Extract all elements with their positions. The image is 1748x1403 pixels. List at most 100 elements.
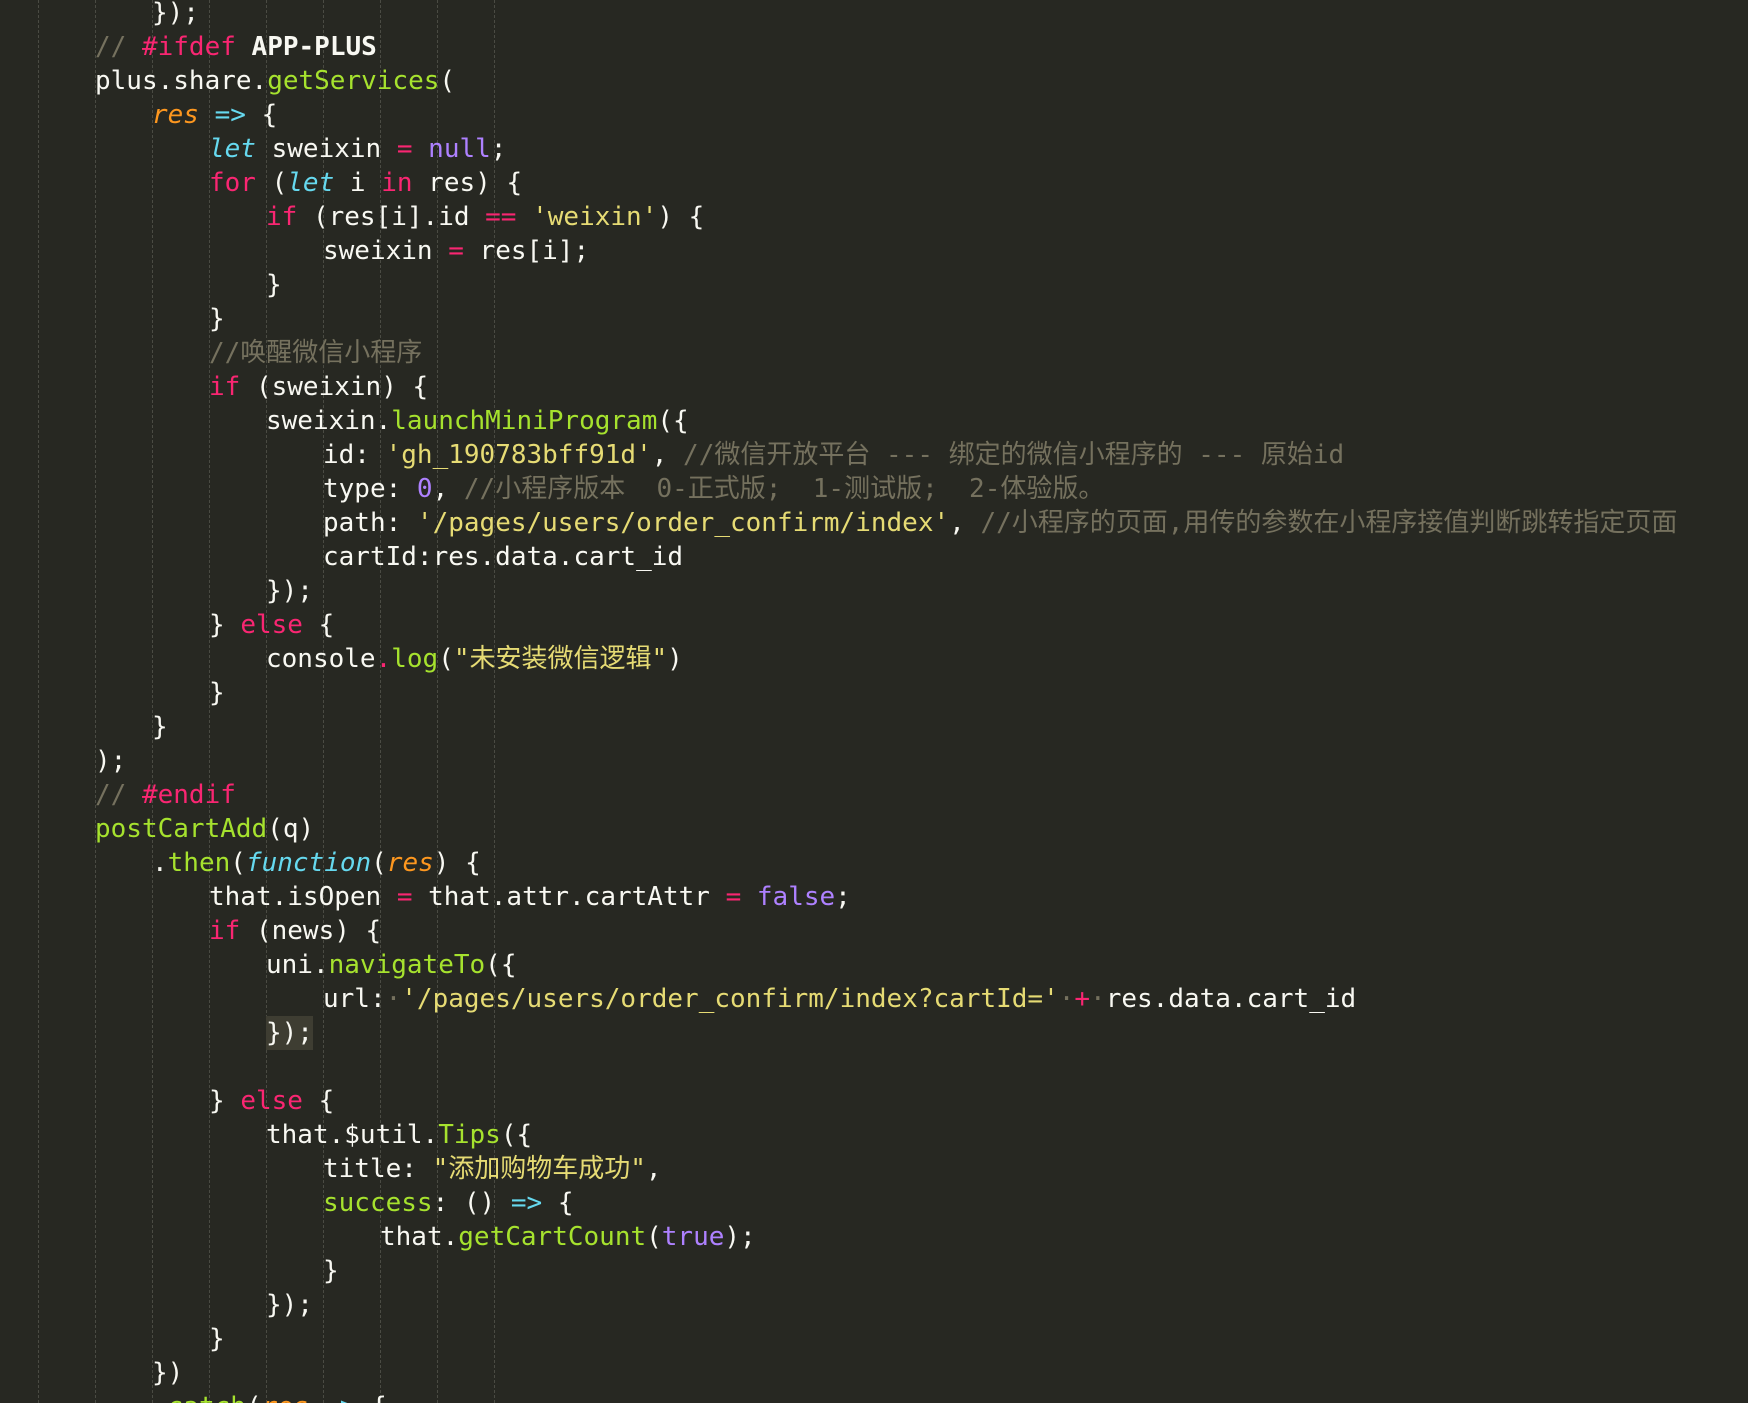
- code-line[interactable]: sweixin = res[i];: [323, 234, 589, 268]
- code-token-storage: let: [287, 168, 335, 198]
- code-token-plain: that.$util.: [266, 1120, 439, 1150]
- indent-guide: [38, 0, 39, 1403]
- code-line[interactable]: }: [209, 676, 225, 710]
- code-token-plain: console: [266, 644, 376, 674]
- code-token-plain: cartId:res.data.cart_id: [323, 542, 684, 572]
- code-line[interactable]: postCartAdd(q): [95, 812, 314, 846]
- code-token-storage: let: [209, 134, 256, 164]
- code-line[interactable]: success: () => {: [323, 1186, 573, 1220]
- indent-guide: [152, 0, 153, 1403]
- code-token-plain: res) {: [412, 168, 523, 198]
- code-token-plain: (: [646, 1222, 662, 1252]
- code-token-op: =: [448, 236, 464, 266]
- code-line[interactable]: }: [209, 1322, 225, 1356]
- code-token-param: res: [386, 848, 434, 878]
- code-token-plain: sweixin: [255, 134, 397, 164]
- code-token-func: Tips: [438, 1120, 501, 1150]
- code-token-plain: (: [230, 848, 246, 878]
- code-line[interactable]: path: '/pages/users/order_confirm/index'…: [323, 506, 1677, 540]
- code-token-plain: );: [95, 746, 127, 776]
- code-line[interactable]: uni.navigateTo({: [266, 948, 516, 982]
- code-token-const: true: [661, 1222, 725, 1252]
- code-token-plain: path:: [323, 508, 417, 538]
- code-token-plain: plus.share.: [95, 66, 268, 96]
- code-line[interactable]: } else {: [209, 608, 334, 642]
- code-line[interactable]: sweixin.launchMiniProgram({: [266, 404, 689, 438]
- code-line[interactable]: let sweixin = null;: [209, 132, 506, 166]
- code-token-const: false: [756, 882, 836, 912]
- code-line[interactable]: console.log("未安装微信逻辑"): [266, 642, 683, 676]
- code-line[interactable]: // #ifdef APP-PLUS: [95, 30, 377, 64]
- code-line[interactable]: if (res[i].id == 'weixin') {: [266, 200, 704, 234]
- code-line[interactable]: url:·'/pages/users/order_confirm/index?c…: [323, 982, 1356, 1016]
- code-line[interactable]: }: [323, 1254, 339, 1288]
- code-token-op: +: [1074, 984, 1091, 1014]
- code-line[interactable]: });: [266, 1288, 313, 1322]
- code-line[interactable]: }: [152, 710, 168, 744]
- code-token-op: .: [375, 644, 392, 674]
- code-line[interactable]: plus.share.getServices(: [95, 64, 455, 98]
- code-line[interactable]: for (let i in res) {: [209, 166, 522, 200]
- code-line[interactable]: });: [152, 0, 199, 30]
- code-token-keyword: else: [240, 1086, 303, 1116]
- code-token-directive: #ifdef: [141, 32, 252, 62]
- code-line[interactable]: } else {: [209, 1084, 334, 1118]
- code-token-keyword: for: [209, 168, 256, 198]
- code-token-param: res: [152, 100, 199, 130]
- code-line[interactable]: });: [266, 574, 313, 608]
- code-token-plain: (sweixin) {: [240, 372, 429, 402]
- code-token-storage: =>: [324, 1392, 355, 1403]
- code-token-string: 'gh_190783bff91d': [385, 440, 652, 470]
- code-line[interactable]: // #endif: [95, 778, 236, 812]
- code-token-func: postCartAdd: [95, 814, 268, 844]
- code-line[interactable]: that.getCartCount(true);: [380, 1220, 756, 1254]
- code-token-plain: url:: [323, 984, 386, 1014]
- code-line[interactable]: id: 'gh_190783bff91d', //微信开放平台 --- 绑定的微…: [323, 438, 1344, 472]
- code-line[interactable]: .then(function(res) {: [152, 846, 481, 880]
- code-line[interactable]: res => {: [152, 98, 277, 132]
- code-line[interactable]: }): [152, 1356, 183, 1390]
- code-token-func: success: [323, 1188, 433, 1218]
- code-token-keyword: else: [240, 610, 303, 640]
- code-token-plain: ): [667, 644, 683, 674]
- code-token-plain: res.data.cart_id: [1105, 984, 1357, 1014]
- code-token-plain: }: [209, 678, 225, 708]
- code-token-plain: }: [323, 1256, 339, 1286]
- code-token-plain: : (): [432, 1188, 511, 1218]
- code-line[interactable]: that.$util.Tips({: [266, 1118, 532, 1152]
- code-token-dot: ·: [385, 984, 402, 1014]
- code-editor[interactable]: });// #ifdef APP-PLUS plus.share.getServi…: [0, 0, 1748, 1403]
- code-token-plain: );: [724, 1222, 756, 1252]
- code-line[interactable]: title: "添加购物车成功",: [323, 1152, 662, 1186]
- code-token-op: ==: [485, 202, 517, 232]
- code-line[interactable]: }: [209, 302, 225, 336]
- code-token-plain: (: [246, 1392, 262, 1403]
- code-token-plain: .: [152, 848, 168, 878]
- code-token-func: getServices: [267, 66, 440, 96]
- code-line[interactable]: //唤醒微信小程序: [209, 336, 422, 370]
- code-line[interactable]: if (news) {: [209, 914, 381, 948]
- code-token-plain: res[i];: [463, 236, 590, 266]
- code-token-plain: (news) {: [240, 916, 382, 946]
- code-token-string: "添加购物车成功": [432, 1154, 646, 1184]
- code-line[interactable]: that.isOpen = that.attr.cartAttr = false…: [209, 880, 851, 914]
- code-token-plain: }: [209, 1086, 241, 1116]
- code-token-plain: sweixin: [323, 236, 449, 266]
- code-token-func: catch: [168, 1392, 246, 1403]
- code-token-dot: ·: [1058, 984, 1075, 1014]
- code-token-string: "未安装微信逻辑": [453, 644, 668, 674]
- code-line[interactable]: );: [95, 744, 126, 778]
- code-line[interactable]: type: 0, //小程序版本 0-正式版; 1-测试版; 2-体验版。: [323, 472, 1104, 506]
- code-line[interactable]: cartId:res.data.cart_id: [323, 540, 683, 574]
- code-line[interactable]: if (sweixin) {: [209, 370, 428, 404]
- code-token-plain: ({: [500, 1120, 533, 1150]
- code-token-plain: }): [152, 1358, 184, 1388]
- code-line[interactable]: });: [266, 1016, 313, 1050]
- code-token-plain: (: [371, 848, 387, 878]
- code-line[interactable]: }: [266, 268, 282, 302]
- code-token-plain: }: [266, 270, 282, 300]
- code-token-plain: ({: [657, 406, 689, 436]
- code-line[interactable]: .catch(res => {: [152, 1390, 387, 1403]
